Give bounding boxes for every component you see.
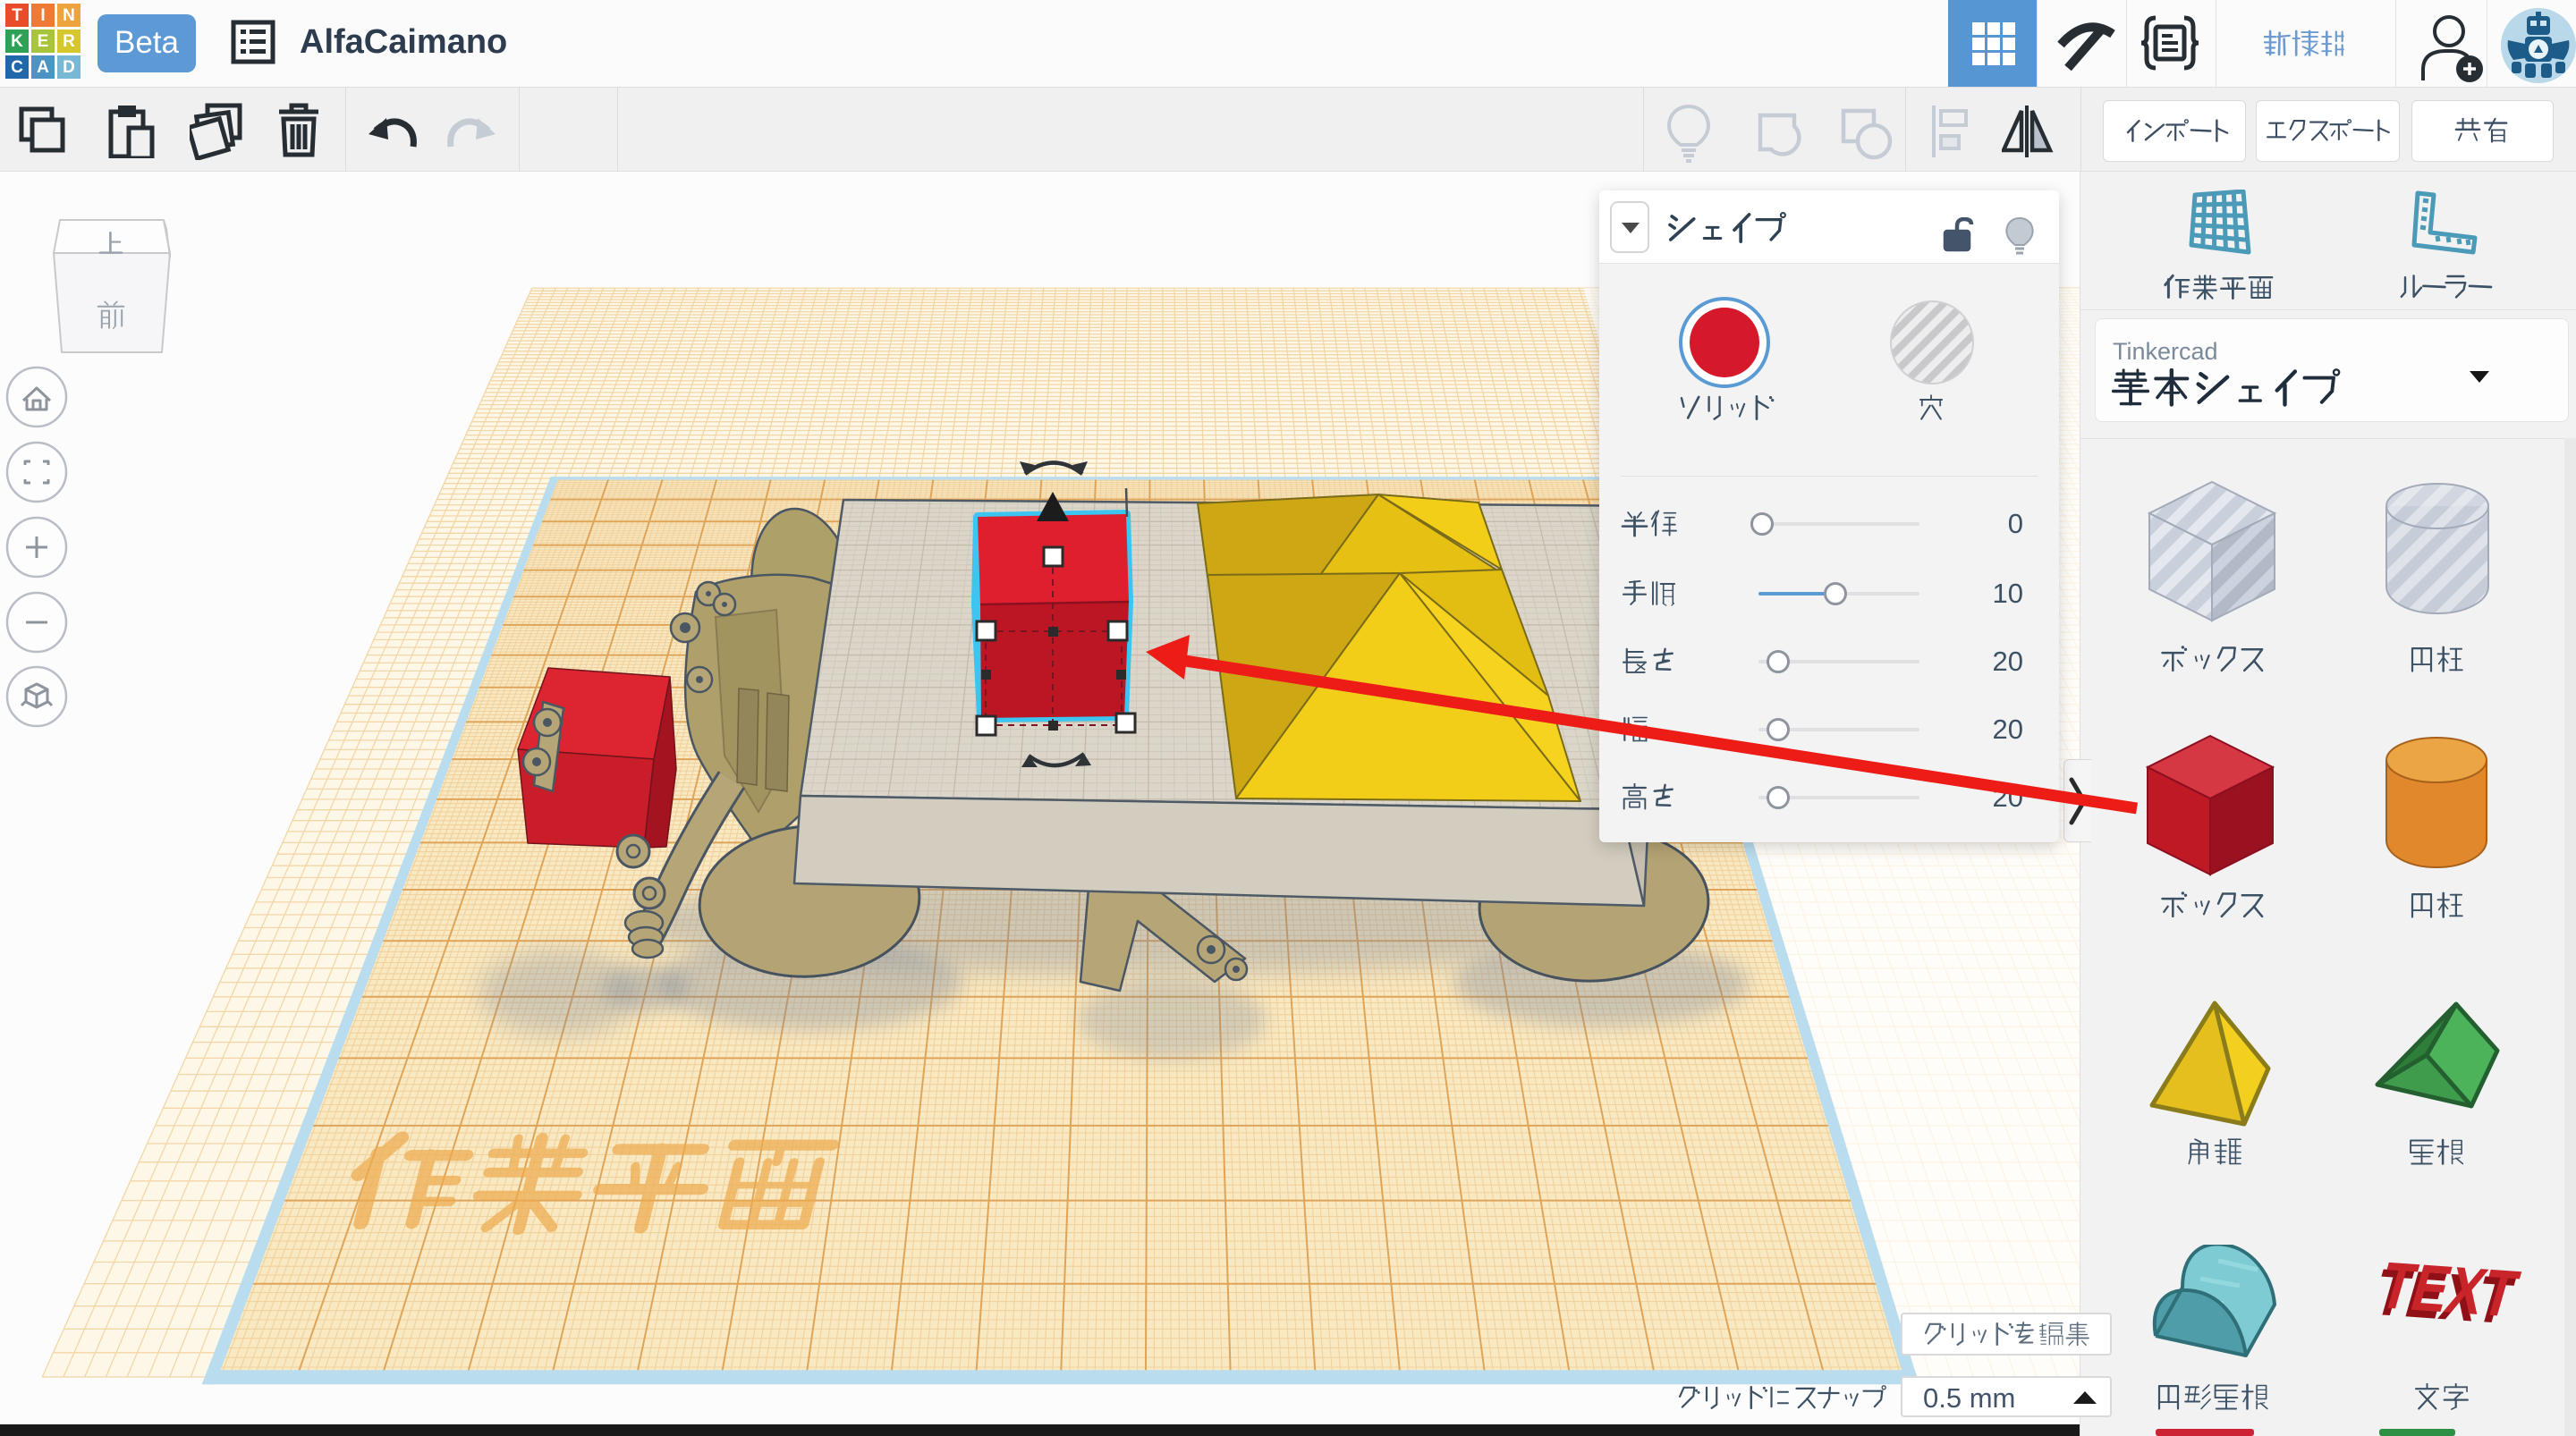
svg-text:TEXT: TEXT	[2371, 1250, 2526, 1330]
